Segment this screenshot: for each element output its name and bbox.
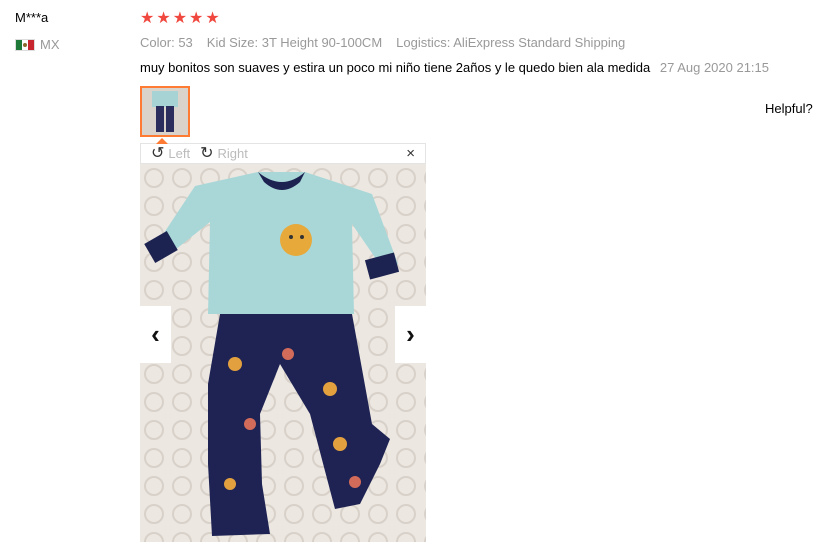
star-icon: ★	[140, 10, 155, 27]
chevron-right-icon: ›	[406, 319, 415, 349]
reviewer-country: MX	[15, 37, 60, 52]
reviewer-name: M***a	[15, 10, 49, 25]
review-photo	[140, 164, 426, 542]
rotate-right-button[interactable]: ↻ Right	[200, 144, 248, 162]
mexico-flag-icon	[15, 38, 35, 51]
review-date: 27 Aug 2020 21:15	[659, 60, 770, 75]
star-icon: ★	[205, 10, 220, 27]
rotate-right-label: Right	[217, 146, 248, 161]
attribute-color: Color: 53	[140, 35, 193, 50]
order-attributes: Color: 53 Kid Size: 3T Height 90-100CM L…	[140, 35, 625, 50]
star-icon: ★	[189, 10, 204, 27]
thumbnail-image	[142, 88, 188, 135]
star-icon: ★	[172, 10, 188, 27]
photo-thumbnail[interactable]	[140, 86, 190, 137]
star-icon: ★	[156, 10, 171, 27]
country-code: MX	[40, 37, 60, 52]
attribute-kid-size: Kid Size: 3T Height 90-100CM	[206, 35, 383, 50]
rotate-left-label: Left	[168, 146, 191, 161]
attribute-logistics: Logistics: AliExpress Standard Shipping	[396, 35, 626, 50]
rotate-left-icon: ↺	[151, 144, 165, 162]
thumbnail-pointer	[156, 138, 168, 144]
close-icon[interactable]: ×	[406, 145, 415, 162]
star-rating: ★ ★ ★ ★ ★	[140, 9, 220, 29]
previous-image-button[interactable]: ‹	[140, 306, 171, 363]
review-body: muy bonitos son suaves y estira un poco …	[140, 60, 651, 75]
rotate-right-icon: ↻	[200, 144, 214, 162]
chevron-left-icon: ‹	[151, 319, 160, 349]
review-text: muy bonitos son suaves y estira un poco …	[140, 60, 769, 75]
helpful-link[interactable]: Helpful?	[765, 101, 813, 116]
next-image-button[interactable]: ›	[395, 306, 426, 363]
pajama-photo-image	[140, 164, 426, 542]
rotate-left-button[interactable]: ↺ Left	[151, 144, 191, 162]
image-viewer-toolbar: ↺ Left ↻ Right ×	[140, 138, 426, 164]
